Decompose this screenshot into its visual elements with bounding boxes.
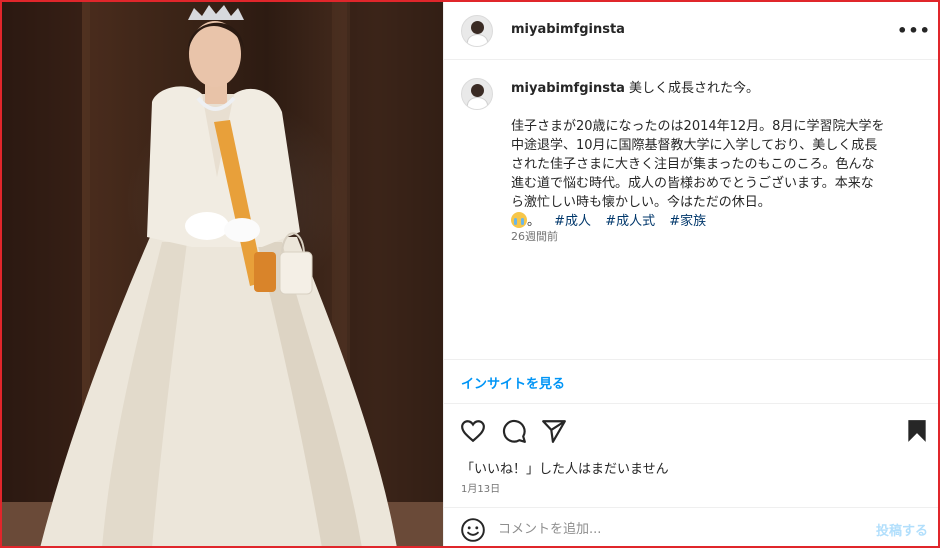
crying-face-icon bbox=[511, 212, 527, 228]
bookmark-icon[interactable] bbox=[904, 418, 930, 444]
photo-illustration bbox=[2, 2, 443, 546]
likes-text: 「いいね！」した人はまだいません bbox=[461, 462, 669, 477]
share-icon[interactable] bbox=[541, 418, 567, 444]
post-photo[interactable] bbox=[2, 2, 443, 546]
header-username[interactable]: miyabimfginsta bbox=[511, 22, 625, 37]
avatar-body bbox=[467, 34, 488, 46]
caption-username[interactable]: miyabimfginsta bbox=[511, 81, 625, 96]
caption-avatar[interactable] bbox=[461, 78, 493, 110]
insights-section: インサイトを見る bbox=[444, 361, 938, 404]
avatar-head bbox=[471, 21, 484, 34]
avatar-body bbox=[467, 97, 488, 109]
hashtag-link[interactable]: #家族 bbox=[669, 214, 706, 229]
avatar[interactable] bbox=[461, 15, 493, 47]
action-bar bbox=[444, 404, 938, 456]
caption-line: 中途退学、10月に国際基督教大学に入学しており、美しく成長 bbox=[511, 138, 878, 153]
post-header: miyabimfginsta ••• bbox=[444, 2, 938, 60]
post-details-panel: miyabimfginsta ••• miyabimfginsta 美しく成長され… bbox=[443, 2, 938, 546]
post-date[interactable]: 1月13日 bbox=[461, 480, 500, 495]
heart-icon[interactable] bbox=[460, 418, 486, 444]
caption-section: miyabimfginsta 美しく成長された今。 佳子さまが20歳になったのは2… bbox=[444, 60, 938, 360]
caption-line: ら激忙しい時も懐かしい。今はただの休日。 bbox=[511, 195, 771, 210]
hashtag-link[interactable]: #成人 bbox=[554, 214, 591, 229]
caption-title: 美しく成長された今。 bbox=[628, 81, 759, 96]
hashtag-link[interactable]: #成人式 bbox=[605, 214, 655, 229]
caption-line: された佳子さまに大きく注目が集まったのもこのころ。色んな bbox=[511, 157, 875, 172]
comment-icon[interactable] bbox=[501, 418, 527, 444]
smile-icon[interactable] bbox=[460, 517, 486, 543]
more-icon[interactable]: ••• bbox=[897, 18, 930, 42]
caption-time-ago[interactable]: 26週間前 bbox=[511, 228, 558, 244]
post-comment-button[interactable]: 投稿する bbox=[876, 520, 928, 539]
caption-line: 佳子さまが20歳になったのは2014年12月。8月に学習院大学を bbox=[511, 119, 885, 134]
comment-bar: 投稿する bbox=[444, 507, 938, 546]
insights-link[interactable]: インサイトを見る bbox=[461, 373, 565, 392]
instagram-post-window: miyabimfginsta ••• miyabimfginsta 美しく成長され… bbox=[0, 0, 940, 548]
caption-text: miyabimfginsta 美しく成長された今。 佳子さまが20歳になったのは2… bbox=[511, 79, 921, 231]
caption-emoji-trail: 。 bbox=[527, 214, 541, 229]
avatar-head bbox=[471, 84, 484, 97]
caption-line: 進む道で悩む時代。成人の皆様おめでとうございます。本来な bbox=[511, 176, 874, 191]
comment-input[interactable] bbox=[498, 517, 858, 541]
